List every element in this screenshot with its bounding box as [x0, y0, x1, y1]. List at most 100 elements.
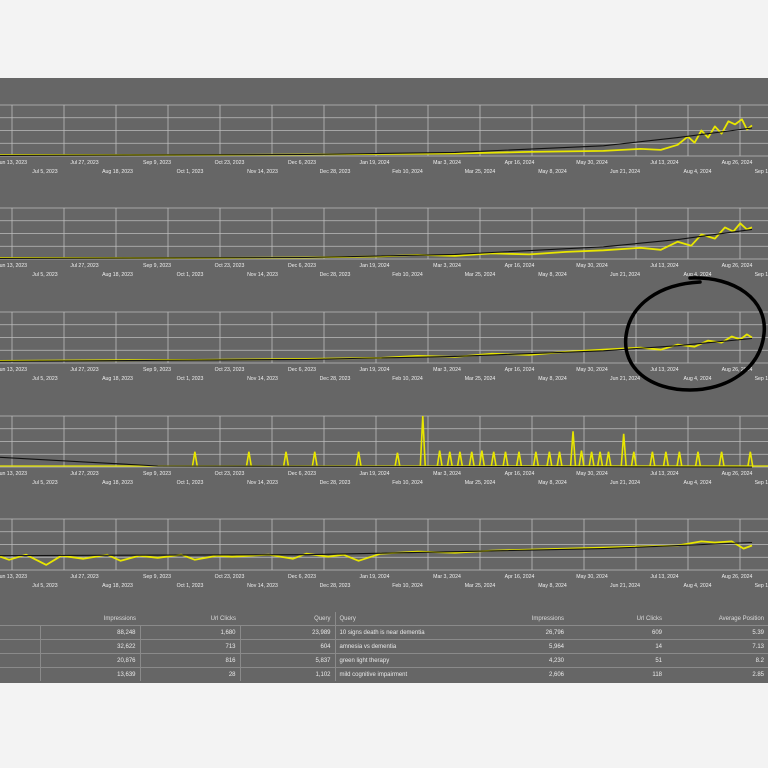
x-tick-label: May 8, 2024 — [538, 480, 567, 486]
x-tick-label: Jan 19, 2024 — [360, 367, 390, 373]
table-cell: 1,680 — [139, 625, 240, 640]
x-tick-label: Jan 19, 2024 — [360, 574, 390, 580]
dashboard-panel: Jun 13, 2023 Jul 27, 2023 Sep 9, 2023 Oct 2… — [0, 78, 768, 683]
x-tick-label: Dec 28, 2023 — [320, 480, 351, 486]
x-tick-label: Sep 9, 2023 — [143, 160, 171, 166]
x-tick-label: Jan 19, 2024 — [360, 160, 390, 166]
x-tick-label: Aug 18, 2023 — [102, 272, 133, 278]
table-cell: 88,248 — [39, 625, 140, 640]
table-row[interactable]: 20,876 816 5,837 green light therapy 4,2… — [0, 653, 768, 668]
x-tick-label: Oct 23, 2023 — [215, 263, 245, 269]
x-tick-label: May 30, 2024 — [576, 471, 608, 477]
table-cell: 4,230 — [470, 653, 568, 668]
series-spike — [578, 450, 585, 468]
x-tick-label: May 8, 2024 — [538, 583, 567, 589]
table-cell — [0, 625, 40, 640]
x-tick-label: Apr 16, 2024 — [505, 471, 535, 477]
table-cell: 816 — [139, 653, 240, 668]
table-cell: 7.13 — [666, 639, 768, 654]
x-tick-label: Aug 26, 2024 — [722, 574, 753, 580]
x-tick-label: Oct 23, 2023 — [215, 574, 245, 580]
table-cell: 13,639 — [39, 667, 140, 681]
table-row[interactable]: 88,248 1,680 23,989 10 signs death is ne… — [0, 625, 768, 640]
x-tick-label: Jun 13, 2023 — [0, 574, 27, 580]
x-tick-label: Dec 6, 2023 — [288, 574, 316, 580]
x-tick-label: Oct 23, 2023 — [215, 471, 245, 477]
chart-1: Jun 13, 2023 Jul 27, 2023 Sep 9, 2023 Oct 2… — [0, 104, 768, 175]
column-header — [0, 612, 40, 626]
x-tick-label: Nov 14, 2023 — [247, 480, 278, 486]
summary-table: Impressions Url Clicks Query Query Impre… — [0, 612, 768, 683]
x-tick-label: Jul 5, 2023 — [32, 272, 57, 278]
x-tick-label: May 30, 2024 — [576, 574, 608, 580]
x-tick-label: Sep 9, 2023 — [143, 574, 171, 580]
x-tick-label: May 8, 2024 — [538, 272, 567, 278]
table-cell: 118 — [568, 667, 666, 681]
column-header-impressions[interactable]: Impressions — [470, 612, 568, 626]
series-spike — [436, 450, 443, 468]
column-header-query[interactable]: Query — [334, 612, 470, 626]
x-tick-label: Jun 21, 2024 — [610, 169, 640, 175]
x-tick-label: Dec 28, 2023 — [320, 169, 351, 175]
x-tick-label: Jul 27, 2023 — [70, 160, 98, 166]
x-tick-label: Jul 13, 2024 — [650, 471, 678, 477]
chart-5: Jun 13, 2023 Jul 27, 2023 Sep 9, 2023 Oct 2… — [0, 518, 768, 589]
x-tick-label: Aug 18, 2023 — [102, 583, 133, 589]
x-tick-label: Apr 16, 2024 — [505, 574, 535, 580]
table-row[interactable]: 13,639 28 1,102 mild cognitive impairmen… — [0, 667, 768, 681]
table-cell: 713 — [139, 639, 240, 654]
x-tick-label: Aug 26, 2024 — [722, 263, 753, 269]
x-tick-label: Feb 10, 2024 — [392, 169, 423, 175]
x-tick-label: Dec 6, 2023 — [288, 263, 316, 269]
x-tick-label: Dec 28, 2023 — [320, 376, 351, 382]
x-tick-label: Jan 19, 2024 — [360, 471, 390, 477]
query-cell: 10 signs death is near dementia — [334, 625, 470, 640]
x-tick-label: Oct 1, 2023 — [177, 480, 204, 486]
x-tick-label: Jul 27, 2023 — [70, 263, 98, 269]
series-spike — [394, 452, 401, 468]
x-tick-label: Aug 4, 2024 — [684, 583, 712, 589]
x-tick-label: Aug 18, 2023 — [102, 376, 133, 382]
table-cell: 26,796 — [470, 625, 568, 640]
table-cell: 609 — [568, 625, 666, 640]
column-header-impressions[interactable]: Impressions — [40, 612, 140, 626]
column-header-average-position[interactable]: Average Position — [666, 612, 768, 626]
table-row[interactable]: 32,622 713 604 amnesia vs dementia 5,964… — [0, 639, 768, 654]
query-cell: amnesia vs dementia — [334, 639, 470, 654]
x-tick-label: Mar 25, 2024 — [465, 480, 496, 486]
x-tick-label: Jun 13, 2023 — [0, 263, 27, 269]
x-tick-label: Apr 16, 2024 — [505, 367, 535, 373]
x-tick-label: Jul 27, 2023 — [70, 367, 98, 373]
x-tick-label: Jul 5, 2023 — [32, 376, 57, 382]
column-header-query-count[interactable]: Query — [240, 612, 335, 626]
x-tick-label: Nov 14, 2023 — [247, 272, 278, 278]
x-tick-label: Feb 10, 2024 — [392, 376, 423, 382]
x-tick-label: Feb 10, 2024 — [392, 272, 423, 278]
x-tick-label: Aug 26, 2024 — [722, 160, 753, 166]
column-header-url-clicks[interactable]: Url Clicks — [140, 612, 240, 626]
table-cell: 2.85 — [666, 667, 768, 681]
table-cell: 5,837 — [239, 653, 335, 668]
chart-2: Jun 13, 2023 Jul 27, 2023 Sep 9, 2023 Oct 2… — [0, 207, 768, 278]
x-tick-label: Sep 9, 2023 — [143, 367, 171, 373]
table-cell: 5,964 — [470, 639, 568, 654]
table-cell: 14 — [568, 639, 666, 654]
x-tick-label: Mar 3, 2024 — [433, 263, 461, 269]
x-tick-label: Jun 21, 2024 — [610, 480, 640, 486]
x-tick-label: Mar 3, 2024 — [433, 471, 461, 477]
x-tick-label: Mar 25, 2024 — [465, 272, 496, 278]
table-cell: 23,989 — [239, 625, 335, 640]
x-tick-label: Apr 16, 2024 — [505, 160, 535, 166]
column-header-url-clicks[interactable]: Url Clicks — [568, 612, 666, 626]
x-tick-label: Mar 25, 2024 — [465, 169, 496, 175]
x-tick-label: May 30, 2024 — [576, 160, 608, 166]
x-tick-label: Mar 3, 2024 — [433, 160, 461, 166]
x-tick-label: Oct 1, 2023 — [177, 272, 204, 278]
table-cell: 1,102 — [239, 667, 335, 681]
x-tick-label: Jul 5, 2023 — [32, 169, 57, 175]
table-header-row: Impressions Url Clicks Query Query Impre… — [0, 612, 768, 626]
x-tick-label: Aug 4, 2024 — [684, 376, 712, 382]
x-tick-label: Oct 23, 2023 — [215, 160, 245, 166]
x-tick-label: Jul 5, 2023 — [32, 480, 57, 486]
x-tick-label: Sep 17, 2024 — [755, 480, 768, 486]
